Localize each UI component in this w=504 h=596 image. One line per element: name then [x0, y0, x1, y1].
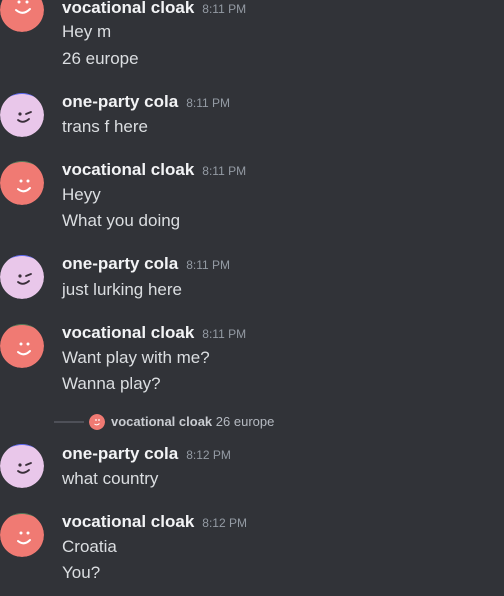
timestamp: 8:11 PM: [202, 327, 247, 341]
avatar[interactable]: [0, 0, 44, 32]
timestamp: 8:11 PM: [186, 258, 231, 272]
reply-spine: [54, 421, 84, 425]
avatar[interactable]: [0, 513, 44, 557]
reply-reference[interactable]: vocational cloak 26 europe: [54, 412, 504, 432]
avatar[interactable]: [0, 161, 44, 205]
message-text: You?: [62, 563, 101, 582]
message-text: What you doing: [62, 211, 181, 230]
message-text: 26 europe: [62, 49, 139, 68]
message-text: Croatia: [62, 537, 117, 556]
author-name[interactable]: vocational cloak 8:12 PM: [62, 512, 247, 533]
avatar[interactable]: [0, 93, 44, 137]
avatar[interactable]: [0, 255, 44, 299]
avatar[interactable]: [0, 444, 44, 488]
author-name[interactable]: vocational cloak 8:11 PM: [62, 323, 246, 344]
message-text: Wanna play?: [62, 374, 161, 393]
timestamp: 8:11 PM: [186, 96, 231, 110]
timestamp: 8:11 PM: [202, 164, 247, 178]
message-text: Want play with me?: [62, 348, 210, 367]
message-text: trans f here: [62, 117, 148, 136]
author-label[interactable]: vocational cloak: [62, 160, 194, 179]
author-label[interactable]: one-party cola: [62, 92, 178, 111]
author-name[interactable]: vocational cloak 8:11 PM: [62, 0, 246, 19]
author-label[interactable]: vocational cloak: [62, 323, 194, 342]
author-label[interactable]: vocational cloak: [62, 512, 194, 531]
author-label[interactable]: one-party cola: [62, 254, 178, 273]
reply-avatar: [89, 414, 105, 430]
reply-author[interactable]: vocational cloak: [111, 414, 212, 429]
reply-text: vocational cloak 26 europe: [111, 414, 274, 430]
message-text: just lurking here: [62, 280, 183, 299]
author-label[interactable]: vocational cloak: [62, 0, 194, 17]
timestamp: 8:12 PM: [186, 448, 231, 462]
reply-snippet: 26 europe: [215, 414, 275, 429]
author-name[interactable]: vocational cloak 8:11 PM: [62, 160, 246, 181]
message-text: Heyy: [62, 185, 101, 204]
message-text: what country: [62, 469, 159, 488]
timestamp: 8:12 PM: [202, 516, 247, 530]
author-name[interactable]: one-party cola 8:12 PM: [62, 444, 231, 465]
author-name[interactable]: one-party cola 8:11 PM: [62, 254, 230, 275]
author-name[interactable]: one-party cola 8:11 PM: [62, 92, 230, 113]
timestamp: 8:11 PM: [202, 2, 247, 16]
message-text: Hey m: [62, 22, 112, 41]
avatar[interactable]: [0, 324, 44, 368]
author-label[interactable]: one-party cola: [62, 444, 178, 463]
